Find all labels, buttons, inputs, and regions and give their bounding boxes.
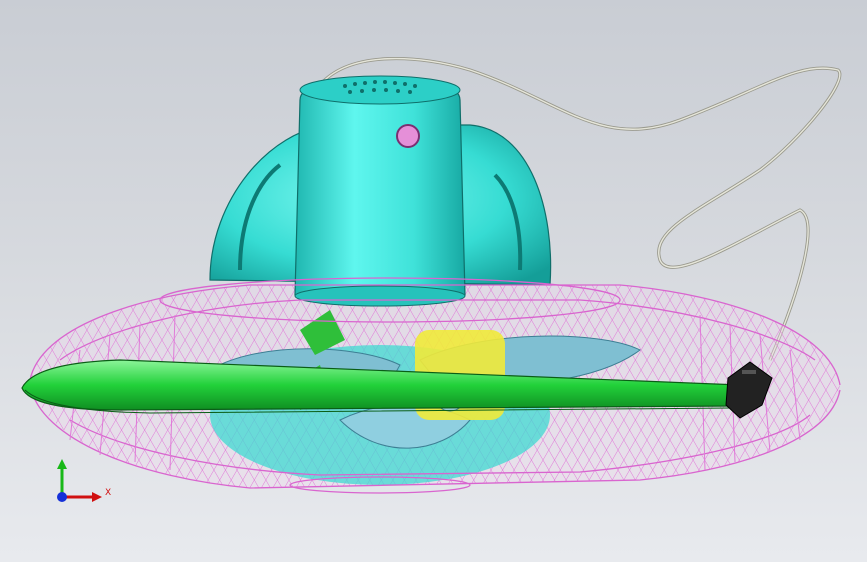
motor-top-cap	[299, 75, 461, 105]
coordinate-triad: X	[57, 459, 111, 502]
x-axis-label: X	[105, 488, 111, 498]
motor-base-ring	[294, 285, 466, 307]
cad-viewport[interactable]: X	[0, 0, 867, 562]
x-axis-head	[92, 492, 102, 502]
motor-button	[396, 124, 420, 148]
motor-can	[294, 77, 466, 304]
z-axis-origin	[57, 492, 67, 502]
fan-model-3d[interactable]	[0, 0, 867, 562]
y-axis-head	[57, 459, 67, 469]
